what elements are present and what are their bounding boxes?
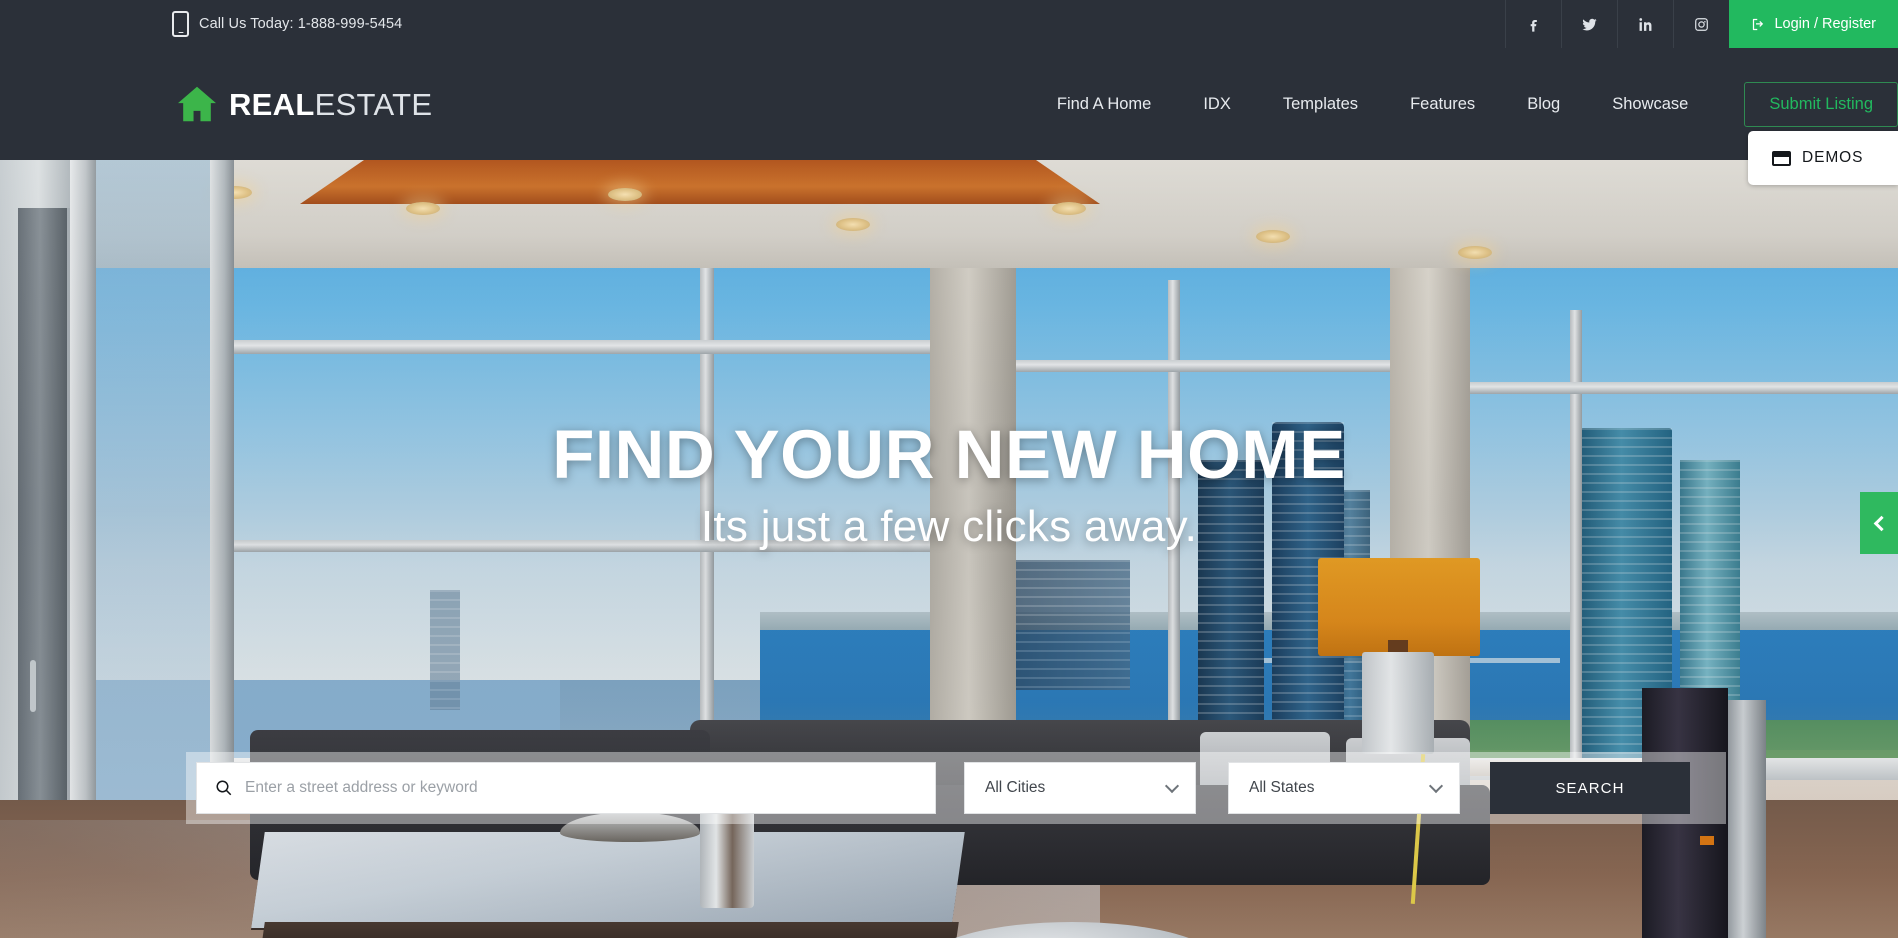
nav-item-showcase[interactable]: Showcase — [1586, 95, 1714, 114]
nav-item-blog[interactable]: Blog — [1501, 95, 1586, 114]
search-icon — [216, 780, 232, 796]
browser-window-icon — [1772, 150, 1791, 166]
login-register-label: Login / Register — [1774, 16, 1876, 32]
state-select-value: All States — [1249, 779, 1315, 796]
instagram-icon[interactable] — [1673, 0, 1729, 48]
phone-text: Call Us Today: 1-888-999-5454 — [199, 16, 403, 32]
search-input-container[interactable] — [196, 762, 936, 814]
top-utility-bar: Call Us Today: 1-888-999-5454 Login / Re… — [0, 0, 1898, 48]
nav-item-features[interactable]: Features — [1384, 95, 1501, 114]
nav-item-idx[interactable]: IDX — [1177, 95, 1257, 114]
logo-text-light: ESTATE — [314, 86, 433, 122]
demos-tab[interactable]: DEMOS — [1748, 131, 1898, 185]
demos-label: DEMOS — [1802, 149, 1864, 166]
search-input[interactable] — [245, 779, 917, 797]
topbar-actions: Login / Register — [1505, 0, 1898, 48]
nav-item-find-a-home[interactable]: Find A Home — [1031, 95, 1177, 114]
main-navigation: Find A Home IDX Templates Features Blog … — [1031, 81, 1898, 127]
chevron-left-icon — [1873, 515, 1889, 531]
house-icon — [178, 86, 216, 122]
hero-title: FIND YOUR NEW HOME — [552, 416, 1346, 493]
chevron-down-icon — [1428, 778, 1444, 794]
hero-subtitle: Its just a few clicks away. — [700, 502, 1198, 551]
logo-text-bold: REAL — [229, 86, 315, 122]
mobile-phone-icon — [172, 11, 189, 37]
state-select[interactable]: All States — [1228, 762, 1460, 814]
city-select[interactable]: All Cities — [964, 762, 1196, 814]
chevron-down-icon — [1164, 778, 1180, 794]
logo-text: REALESTATE — [229, 89, 432, 120]
nav-item-templates[interactable]: Templates — [1257, 95, 1384, 114]
search-button[interactable]: SEARCH — [1490, 762, 1690, 814]
linkedin-icon[interactable] — [1617, 0, 1673, 48]
contact-block: Call Us Today: 1-888-999-5454 — [172, 11, 402, 37]
login-arrow-icon — [1753, 18, 1764, 30]
submit-listing-button[interactable]: Submit Listing — [1744, 81, 1898, 127]
page-root: Call Us Today: 1-888-999-5454 Login / Re… — [0, 0, 1898, 938]
twitter-icon[interactable] — [1561, 0, 1617, 48]
hero-copy: FIND YOUR NEW HOME Its just a few clicks… — [0, 160, 1898, 552]
property-search-bar: All Cities All States SEARCH — [186, 752, 1726, 824]
site-header: REALESTATE Find A Home IDX Templates Fea… — [0, 48, 1898, 185]
hero-banner: FIND YOUR NEW HOME Its just a few clicks… — [0, 160, 1898, 938]
city-select-value: All Cities — [985, 779, 1046, 796]
login-register-button[interactable]: Login / Register — [1729, 0, 1898, 48]
site-logo[interactable]: REALESTATE — [176, 85, 432, 123]
slider-prev-button[interactable] — [1860, 492, 1898, 554]
facebook-icon[interactable] — [1505, 0, 1561, 48]
